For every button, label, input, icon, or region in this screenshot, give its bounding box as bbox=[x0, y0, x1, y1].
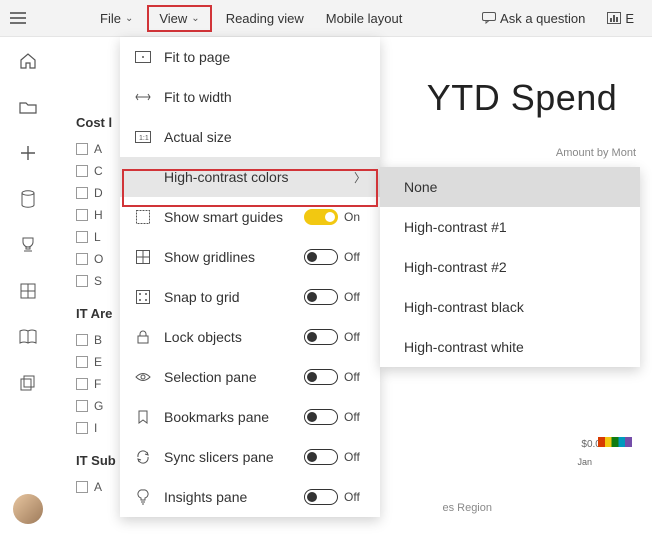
sync-icon bbox=[134, 448, 152, 466]
view-snap-grid[interactable]: Snap to grid Off bbox=[120, 277, 380, 317]
checkbox-icon[interactable] bbox=[76, 481, 88, 493]
hc-option-none[interactable]: None bbox=[380, 167, 640, 207]
fit-width-icon bbox=[134, 88, 152, 106]
toggle-insights-pane[interactable] bbox=[304, 489, 338, 505]
high-contrast-submenu: None High-contrast #1 High-contrast #2 H… bbox=[380, 167, 640, 367]
hc-option-2[interactable]: High-contrast #2 bbox=[380, 247, 640, 287]
comment-icon bbox=[482, 12, 496, 24]
grid-icon[interactable] bbox=[18, 281, 38, 301]
view-insights-pane[interactable]: Insights pane Off bbox=[120, 477, 380, 517]
menu-reading-view[interactable]: Reading view bbox=[218, 7, 312, 30]
menu-file[interactable]: File ⌄ bbox=[92, 7, 141, 30]
svg-text:1:1: 1:1 bbox=[139, 135, 149, 142]
bookmark-icon bbox=[134, 408, 152, 426]
hc-option-white[interactable]: High-contrast white bbox=[380, 327, 640, 367]
hc-option-black[interactable]: High-contrast black bbox=[380, 287, 640, 327]
toggle-lock-objects[interactable] bbox=[304, 329, 338, 345]
view-high-contrast[interactable]: High-contrast colors 〉 bbox=[120, 157, 380, 197]
menu-view[interactable]: View ⌄ bbox=[147, 5, 211, 32]
database-icon[interactable] bbox=[18, 189, 38, 209]
menu-file-label: File bbox=[100, 11, 121, 26]
view-actual-size[interactable]: 1:1 Actual size bbox=[120, 117, 380, 157]
toggle-smart-guides[interactable] bbox=[304, 209, 338, 225]
chevron-down-icon: ⌄ bbox=[125, 13, 133, 24]
view-bookmarks-pane[interactable]: Bookmarks pane Off bbox=[120, 397, 380, 437]
view-selection-pane[interactable]: Selection pane Off bbox=[120, 357, 380, 397]
checkbox-icon[interactable] bbox=[76, 275, 88, 287]
plus-icon[interactable] bbox=[18, 143, 38, 163]
region-text: es Region bbox=[442, 502, 492, 514]
view-gridlines[interactable]: Show gridlines Off bbox=[120, 237, 380, 277]
view-fit-to-width[interactable]: Fit to width bbox=[120, 77, 380, 117]
checkbox-icon[interactable] bbox=[76, 253, 88, 265]
snap-grid-icon bbox=[134, 288, 152, 306]
toggle-sync-slicers[interactable] bbox=[304, 449, 338, 465]
copy-icon[interactable] bbox=[18, 373, 38, 393]
checkbox-icon[interactable] bbox=[76, 422, 88, 434]
hc-option-1[interactable]: High-contrast #1 bbox=[380, 207, 640, 247]
chevron-down-icon: ⌄ bbox=[191, 13, 199, 24]
menu-mobile-layout[interactable]: Mobile layout bbox=[318, 7, 411, 30]
blank-icon bbox=[134, 168, 152, 186]
fit-page-icon bbox=[134, 48, 152, 66]
view-dropdown: Fit to page Fit to width 1:1 Actual size… bbox=[120, 37, 380, 517]
toggle-selection-pane[interactable] bbox=[304, 369, 338, 385]
view-sync-slicers[interactable]: Sync slicers pane Off bbox=[120, 437, 380, 477]
report-title: YTD Spend bbox=[392, 77, 652, 119]
checkbox-icon[interactable] bbox=[76, 231, 88, 243]
checkbox-icon[interactable] bbox=[76, 334, 88, 346]
checkbox-icon[interactable] bbox=[76, 209, 88, 221]
view-lock-objects[interactable]: Lock objects Off bbox=[120, 317, 380, 357]
checkbox-icon[interactable] bbox=[76, 400, 88, 412]
view-fit-to-page[interactable]: Fit to page bbox=[120, 37, 380, 77]
home-icon[interactable] bbox=[18, 51, 38, 71]
book-icon[interactable] bbox=[18, 327, 38, 347]
folder-icon[interactable] bbox=[18, 97, 38, 117]
menu-e-truncated[interactable]: E bbox=[599, 7, 642, 30]
checkbox-icon[interactable] bbox=[76, 143, 88, 155]
left-nav-rail bbox=[0, 37, 56, 538]
legend-chips bbox=[598, 437, 632, 447]
hamburger-icon[interactable] bbox=[10, 12, 40, 24]
eye-icon bbox=[134, 368, 152, 386]
checkbox-icon[interactable] bbox=[76, 356, 88, 368]
avatar[interactable] bbox=[13, 494, 43, 524]
chart-x-label: Jan bbox=[577, 457, 592, 467]
gridlines-icon bbox=[134, 248, 152, 266]
checkbox-icon[interactable] bbox=[76, 165, 88, 177]
smart-guides-icon bbox=[134, 208, 152, 226]
menu-view-label: View bbox=[159, 11, 187, 26]
chevron-right-icon: 〉 bbox=[354, 169, 366, 186]
report-subtitle: Amount by Mont bbox=[556, 147, 636, 159]
top-app-bar: File ⌄ View ⌄ Reading view Mobile layout… bbox=[0, 0, 652, 37]
view-smart-guides[interactable]: Show smart guides On bbox=[120, 197, 380, 237]
menu-ask-question[interactable]: Ask a question bbox=[474, 7, 593, 30]
chart-icon bbox=[607, 12, 621, 24]
checkbox-icon[interactable] bbox=[76, 187, 88, 199]
lock-icon bbox=[134, 328, 152, 346]
toggle-snap-grid[interactable] bbox=[304, 289, 338, 305]
lightbulb-icon bbox=[134, 488, 152, 506]
toggle-gridlines[interactable] bbox=[304, 249, 338, 265]
trophy-icon[interactable] bbox=[18, 235, 38, 255]
toggle-bookmarks-pane[interactable] bbox=[304, 409, 338, 425]
actual-size-icon: 1:1 bbox=[134, 128, 152, 146]
checkbox-icon[interactable] bbox=[76, 378, 88, 390]
